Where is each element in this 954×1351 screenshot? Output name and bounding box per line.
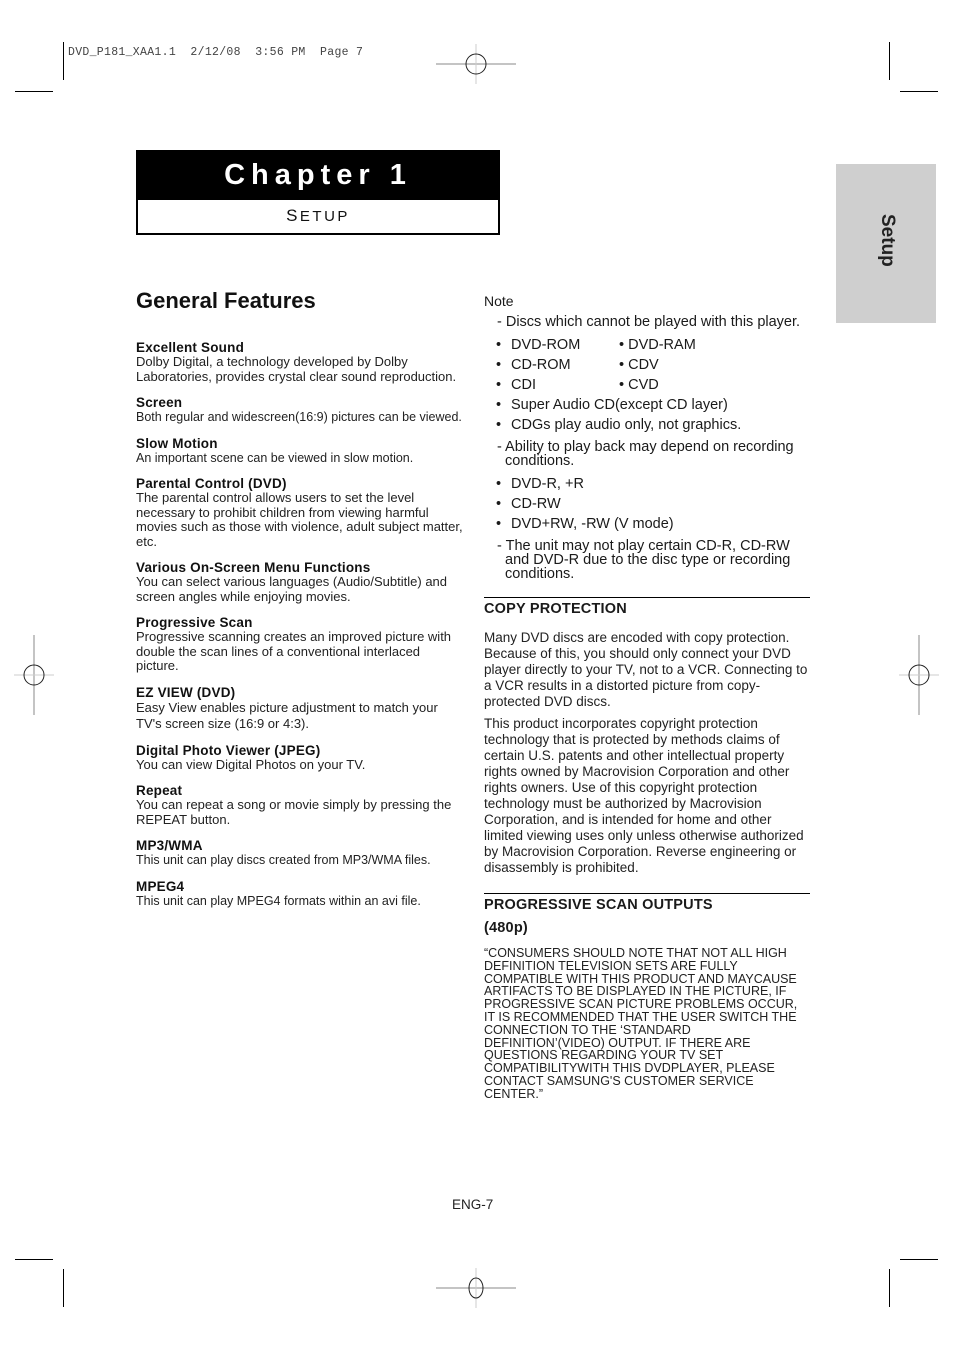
general-features-heading: General Features xyxy=(136,288,316,313)
feature-title: Parental Control (DVD) xyxy=(136,476,287,491)
bullet-icon: • xyxy=(619,357,629,373)
feature-item: Progressive Scan Progressive scanning cr… xyxy=(136,615,466,674)
registration-mark-icon xyxy=(899,635,939,715)
feature-item: Slow Motion An important scene can be vi… xyxy=(136,436,466,466)
progressive-scan-notice: “CONSUMERS SHOULD NOTE THAT NOT ALL HIGH… xyxy=(484,946,798,1101)
crop-mark xyxy=(900,1259,938,1260)
disc-type: DVD-R, +R xyxy=(511,476,584,492)
disc-bullet-row: • CDI • CVD xyxy=(484,375,810,395)
disc-type: CD-ROM xyxy=(511,357,571,373)
feature-desc: Both regular and widescreen(16:9) pictur… xyxy=(136,410,462,424)
disc-type: CDI xyxy=(511,377,536,393)
bullet-icon: • xyxy=(496,417,502,433)
bullet-icon: • xyxy=(496,516,502,532)
feature-title: EZ VIEW (DVD) xyxy=(136,684,236,700)
feature-title: Repeat xyxy=(136,783,183,798)
bullet-icon: • xyxy=(619,377,629,393)
chapter-subtitle-rest: ETUP xyxy=(299,208,350,225)
chapter-subtitle-initial: S xyxy=(286,206,300,225)
chapter-subtitle: SETUP xyxy=(138,200,498,232)
disc-bullet-row: • DVD+RW, -RW (V mode) xyxy=(484,514,810,534)
bullet-icon: • xyxy=(496,337,502,353)
registration-mark-icon xyxy=(436,1268,516,1308)
feature-desc: You can repeat a song or movie simply by… xyxy=(136,797,452,827)
crop-mark xyxy=(15,1259,53,1260)
feature-desc: This unit can play discs created from MP… xyxy=(136,853,431,867)
feature-item: Parental Control (DVD) The parental cont… xyxy=(136,476,466,549)
feature-item: Excellent Sound Dolby Digital, a technol… xyxy=(136,340,466,384)
copy-protection-para: This product incorporates copyright prot… xyxy=(484,716,804,875)
disc-type: Super Audio CD(except CD layer) xyxy=(511,397,728,413)
bullet-icon: • xyxy=(496,377,502,393)
crop-mark xyxy=(15,91,53,92)
crop-mark xyxy=(900,91,938,92)
feature-item: MP3/WMA This unit can play discs created… xyxy=(136,838,466,868)
progressive-scan-heading: PROGRESSIVE SCAN OUTPUTS xyxy=(484,897,713,913)
feature-item: Various On-Screen Menu Functions You can… xyxy=(136,560,466,604)
crop-mark xyxy=(63,42,64,80)
bullet-icon: • xyxy=(496,496,502,512)
chapter-header: Chapter 1 SETUP xyxy=(136,150,500,235)
feature-desc: Progressive scanning creates an improved… xyxy=(136,629,452,673)
disc-bullet-row: • CD-RW xyxy=(484,494,810,514)
disc-type: CDGs play audio only, not graphics. xyxy=(511,417,742,433)
section-side-tab: Setup xyxy=(836,164,936,323)
feature-desc: An important scene can be viewed in slow… xyxy=(136,450,414,465)
bullet-icon: • xyxy=(496,476,502,492)
copy-protection-heading: COPY PROTECTION xyxy=(484,601,627,617)
chapter-title: Chapter 1 xyxy=(138,152,498,200)
feature-title: Progressive Scan xyxy=(136,615,253,630)
feature-title: Various On-Screen Menu Functions xyxy=(136,560,371,575)
bullet-icon: • xyxy=(496,397,502,413)
progressive-scan-heading-sub: (480p) xyxy=(484,920,528,936)
feature-item: Digital Photo Viewer (JPEG) You can view… xyxy=(136,743,466,773)
copy-protection-para: Many DVD discs are encoded with copy pro… xyxy=(484,630,808,709)
feature-desc: You can select various languages (Audio/… xyxy=(136,574,448,604)
feature-item: Screen Both regular and widescreen(16:9)… xyxy=(136,395,466,425)
right-column: Note - Discs which cannot be played with… xyxy=(484,292,810,1101)
feature-title: Excellent Sound xyxy=(136,340,245,355)
registration-mark-icon xyxy=(436,44,516,84)
section-divider xyxy=(484,893,810,894)
disc-bullet-row: • CDGs play audio only, not graphics. xyxy=(484,415,810,435)
section-divider xyxy=(484,597,810,598)
crop-mark xyxy=(63,1269,64,1307)
note-dash-item: - Ability to play back may depend on rec… xyxy=(497,439,794,469)
disc-type: CD-RW xyxy=(511,496,561,512)
feature-item: Repeat You can repeat a song or movie si… xyxy=(136,783,466,827)
disc-type: CVD xyxy=(628,377,659,393)
note-label: Note xyxy=(484,293,514,309)
disc-type: DVD-RAM xyxy=(628,337,696,353)
disc-bullet-row: • DVD-ROM • DVD-RAM xyxy=(484,335,810,355)
disc-bullet-row: • DVD-R, +R xyxy=(484,474,810,494)
note-dash-item: - Discs which cannot be played with this… xyxy=(497,314,801,330)
feature-title: MP3/WMA xyxy=(136,838,203,853)
print-slug: DVD_P181_XAA1.1 2/12/08 3:56 PM Page 7 xyxy=(68,46,364,59)
disc-type: DVD-ROM xyxy=(511,337,581,353)
crop-mark xyxy=(889,1269,890,1307)
feature-desc: You can view Digital Photos on your TV. xyxy=(136,756,366,772)
disc-type: CDV xyxy=(628,357,659,373)
feature-list: Excellent Sound Dolby Digital, a technol… xyxy=(136,340,466,919)
disc-type: DVD+RW, -RW (V mode) xyxy=(511,516,674,532)
feature-title: Digital Photo Viewer (JPEG) xyxy=(136,742,321,758)
bullet-icon: • xyxy=(619,337,629,353)
disc-bullet-row: • CD-ROM • CDV xyxy=(484,355,810,375)
feature-item: EZ VIEW (DVD) Easy View enables picture … xyxy=(136,685,466,732)
note-dash-item: - The unit may not play certain CD-R, CD… xyxy=(497,538,791,582)
feature-desc: This unit can play MPEG4 formats within … xyxy=(136,893,421,908)
crop-mark xyxy=(889,42,890,80)
disc-bullet-row: • Super Audio CD(except CD layer) xyxy=(484,395,810,415)
feature-desc: The parental control allows users to set… xyxy=(136,490,463,549)
feature-title: Screen xyxy=(136,395,183,410)
side-tab-label: Setup xyxy=(877,214,898,267)
page-number: ENG-7 xyxy=(452,1197,494,1212)
feature-title: MPEG4 xyxy=(136,878,185,894)
feature-desc: Easy View enables picture adjustment to … xyxy=(136,699,438,731)
feature-item: MPEG4 This unit can play MPEG4 formats w… xyxy=(136,879,466,909)
registration-mark-icon xyxy=(14,635,54,715)
bullet-icon: • xyxy=(496,357,502,373)
feature-title: Slow Motion xyxy=(136,435,218,451)
feature-desc: Dolby Digital, a technology developed by… xyxy=(136,354,457,384)
